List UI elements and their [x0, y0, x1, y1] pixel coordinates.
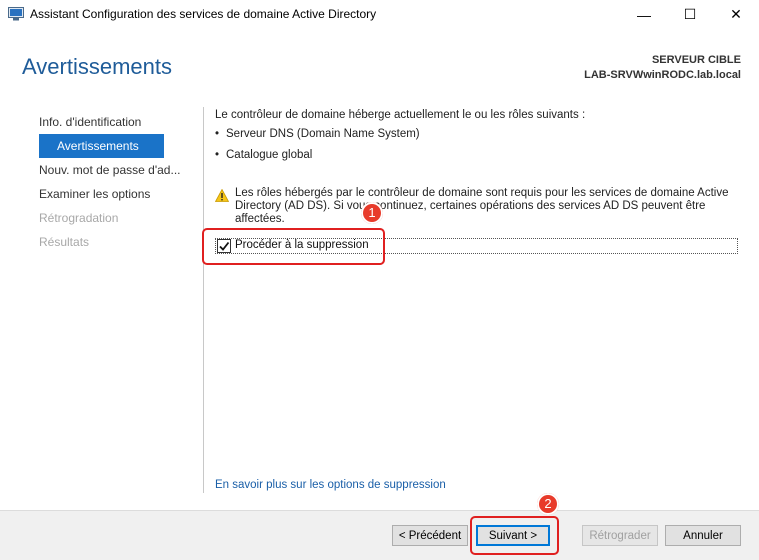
nav-item-demotion: Rétrogradation — [39, 211, 119, 225]
annotation-highlight-checkbox — [202, 228, 385, 265]
title-bar: Assistant Configuration des services de … — [0, 0, 759, 29]
page-title: Avertissements — [22, 54, 172, 79]
demote-button: Rétrograder — [582, 525, 658, 546]
minimize-button[interactable]: — — [621, 0, 667, 29]
annotation-step-1: 1 — [361, 202, 383, 224]
nav-item-warnings[interactable]: Avertissements — [39, 134, 164, 158]
warning-icon — [215, 189, 229, 202]
removal-options-link[interactable]: En savoir plus sur les options de suppre… — [215, 479, 446, 491]
wizard-button-bar: < Précédent Suivant > Rétrograder Annule… — [0, 510, 759, 560]
maximize-icon: ☐ — [683, 6, 697, 22]
annotation-highlight-next — [470, 516, 559, 555]
role-item-global-catalog: Catalogue global — [215, 149, 740, 161]
warning-text: Les rôles hébergés par le contrôleur de … — [235, 187, 729, 225]
close-button[interactable]: ✕ — [713, 0, 759, 29]
nav-item-results: Résultats — [39, 235, 90, 249]
annotation-step-2: 2 — [537, 493, 559, 515]
roles-intro-text: Le contrôleur de domaine héberge actuell… — [215, 109, 586, 121]
maximize-button[interactable]: ☐ — [667, 0, 713, 29]
close-icon: ✕ — [730, 6, 742, 22]
nav-item-review-options[interactable]: Examiner les options — [39, 182, 194, 206]
server-manager-icon — [8, 7, 24, 21]
wizard-nav: Info. d'identification Avertissements No… — [39, 110, 194, 254]
role-item-dns: Serveur DNS (Domain Name System) — [215, 128, 740, 140]
window-title: Assistant Configuration des services de … — [30, 7, 377, 21]
nav-divider — [203, 107, 204, 493]
target-server-label: SERVEUR CIBLE — [651, 54, 741, 66]
previous-button[interactable]: < Précédent — [392, 525, 468, 546]
target-server-name: LAB-SRVWwinRODC.lab.local — [584, 69, 741, 81]
nav-item-new-admin-password[interactable]: Nouv. mot de passe d'ad... — [39, 158, 194, 182]
cancel-button[interactable]: Annuler — [665, 525, 741, 546]
main-content: Le contrôleur de domaine héberge actuell… — [215, 109, 740, 254]
nav-item-credentials[interactable]: Info. d'identification — [39, 110, 194, 134]
target-server-block: SERVEUR CIBLE LAB-SRVWwinRODC.lab.local — [584, 53, 741, 83]
minimize-icon: — — [637, 6, 651, 23]
